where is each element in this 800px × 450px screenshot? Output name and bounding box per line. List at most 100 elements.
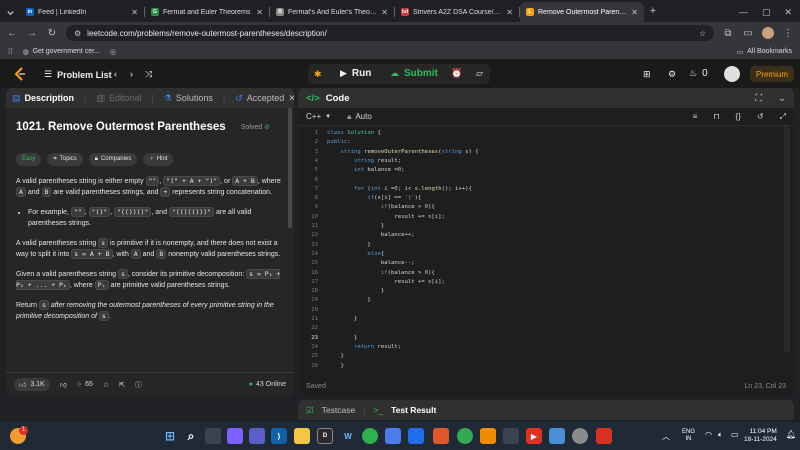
tab-accepted[interactable]: ↺ Accepted ✕ [235,93,294,104]
language-indicator[interactable]: ENG IN [682,429,695,443]
code-line[interactable]: int balance =0; [327,167,405,173]
layout-icon[interactable]: ⊞ [643,69,651,80]
code-editor[interactable]: 1 class Solution {2 public: 3 string remove… [298,126,794,376]
collapse-panel-icon[interactable]: ⌄ [778,93,786,104]
code-line[interactable]: string removeOuterParentheses(string s) … [327,149,478,155]
reset-icon[interactable]: ↺ [757,112,764,121]
tab-test-result[interactable]: Test Result [391,405,436,415]
maximize-button[interactable]: ▢ [762,7,771,18]
browser-tab[interactable]: tuf Strivers A2Z DSA Course/Sheet ✕ [395,2,519,22]
close-tab-icon[interactable]: ✕ [256,8,263,17]
auto-mode-toggle[interactable]: 🔒︎ Auto [347,112,372,122]
youtube-icon[interactable]: ▶ [526,428,542,444]
close-tab-icon[interactable]: ✕ [631,8,638,17]
close-tab-icon[interactable]: ✕ [131,8,138,17]
apps-icon[interactable]: ⁞⁞ [8,47,12,56]
reload-icon[interactable]: ↻ [46,28,58,39]
site-info-icon[interactable]: ⚙ [74,29,81,38]
tab-search-icon[interactable] [0,2,20,22]
code-line[interactable]: } [327,335,357,341]
start-button-icon[interactable]: ⊞ [162,428,178,444]
chrome-icon[interactable]: ◎ [110,48,116,56]
copilot-icon[interactable] [227,428,243,444]
bookmark-icon[interactable]: ⊓ [713,112,719,121]
maximize-panel-icon[interactable]: ⛶ [755,93,762,104]
browser-tab[interactable]: B Fermat's And Euler's Theorems ✕ [270,2,394,22]
file-explorer-icon[interactable] [294,428,310,444]
browser-tab[interactable]: L Remove Outermost Parenthese ✕ [520,2,644,22]
close-tab-icon[interactable]: ✕ [381,8,388,17]
debug-icon[interactable]: ✱ [314,69,322,80]
chrome-active-icon[interactable] [572,428,588,444]
favorite-star-icon[interactable]: ☆ [103,381,109,389]
code-line[interactable]: } [327,353,343,359]
wifi-icon[interactable]: ◠ [705,430,712,439]
code-line[interactable]: return result; [327,344,401,350]
mail-icon[interactable] [385,428,401,444]
dell-icon[interactable]: D [317,428,333,444]
companies-chip[interactable]: 🔒︎ Companies [88,153,138,166]
close-tab-icon[interactable]: ✕ [506,8,513,17]
shuffle-icon[interactable]: ⤨ [145,69,152,80]
profile-avatar[interactable] [762,27,774,39]
code-line[interactable]: } [327,297,370,303]
submit-button[interactable]: ☁ Submit [390,68,438,79]
settings-gear-icon[interactable]: ⚙ [668,69,676,80]
hint-chip[interactable]: ♀ Hint [143,153,174,166]
vlc-icon[interactable] [480,428,496,444]
like-button[interactable]: 👍︎ 3.1K [14,378,50,391]
bookmark-star-icon[interactable]: ☆ [699,29,706,38]
notes-icon[interactable]: ▱ [476,68,483,79]
bookmark-item[interactable]: ◍ Get government cer... [22,48,99,56]
notification-bell-icon[interactable]: 🔔︎ [786,430,796,439]
search-icon[interactable]: ⌕ [183,428,199,444]
code-line[interactable]: } [327,223,384,229]
brave-icon[interactable] [433,428,449,444]
description-scrollbar[interactable] [288,108,292,228]
new-tab-button[interactable]: + [644,2,662,22]
tab-editorial[interactable]: ▥ Editorial [96,93,141,104]
format-icon[interactable]: ≡ [693,112,698,121]
code-line[interactable]: if(balance > 0){ [327,270,435,276]
share-icon[interactable]: ⇱ [119,381,125,389]
streak-counter[interactable]: ♨ 0 [689,68,708,79]
code-line[interactable]: if(balance > 0){ [327,204,435,210]
dislike-button[interactable]: 👎︎ [60,380,67,389]
code-line[interactable]: public: [327,139,351,145]
tab-solutions[interactable]: ⚗ Solutions [164,93,213,104]
run-button[interactable]: ▶ Run [340,68,371,79]
premium-button[interactable]: Premium [750,66,794,82]
code-line[interactable]: for (int i =0; i< s.length(); i++){ [327,186,472,192]
code-line[interactable]: string result; [327,158,401,164]
topics-chip[interactable]: ⌗ Topics [47,153,83,166]
teams-icon[interactable] [249,428,265,444]
comments-button[interactable]: ○ 65 [77,381,93,388]
code-line[interactable]: } [327,363,343,369]
forward-icon[interactable]: → [26,28,38,39]
address-bar[interactable]: ⚙ leetcode.com/problems/remove-outermost… [66,25,714,41]
tab-description[interactable]: ▤ Description [12,93,74,104]
chrome-taskbar-icon[interactable] [457,428,473,444]
code-line[interactable]: result += s[i]; [327,279,445,285]
alarm-clock-icon[interactable]: ⏰ [451,68,462,79]
battery-icon[interactable]: ▭ [731,430,739,439]
app-icon[interactable] [503,428,519,444]
volume-icon[interactable]: 🔈︎ [718,430,723,440]
menu-icon[interactable]: ⋮ [782,28,794,39]
whatsapp-icon[interactable] [362,428,378,444]
prev-problem-icon[interactable]: ‹ [114,69,117,79]
browser-tab[interactable]: in Feed | LinkedIn ✕ [20,2,144,22]
vscode-icon[interactable]: ⟩ [271,428,287,444]
store-icon[interactable] [408,428,424,444]
problem-list-button[interactable]: ☰ Problem List [44,69,112,80]
editor-scrollbar[interactable] [784,126,790,352]
close-tab-icon[interactable]: ✕ [288,93,294,104]
browser-tab[interactable]: G Fermat and Euler Theorems ✕ [145,2,269,22]
sidebar-icon[interactable]: ▭ [742,28,754,39]
back-icon[interactable]: ← [6,28,18,39]
problem-title[interactable]: 1021. Remove Outermost Parentheses [16,121,226,133]
code-line[interactable]: result += s[i]; [327,214,445,220]
task-view-icon[interactable] [205,428,221,444]
user-avatar[interactable] [724,66,740,82]
all-bookmarks-button[interactable]: ▭ All Bookmarks [737,48,792,56]
